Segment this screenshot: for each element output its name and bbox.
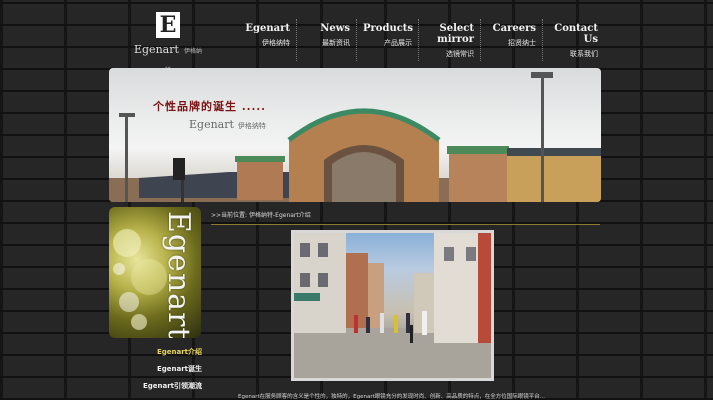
intro-text: Egenart在服务顾客的含义是个性的，独特的，Egenart眼镜充分的发现时尚… (238, 394, 545, 400)
nav-item-products[interactable]: Products 产品展示 (356, 19, 418, 61)
nav-label-cn: 联系我们 (570, 50, 598, 58)
sidebar-brand-word: Egenart (161, 211, 196, 338)
nav-label-en: Egenart (245, 23, 290, 34)
nav-label-cn: 伊格纳特 (262, 39, 290, 47)
top-nav: Egenart 伊格纳特 News 最新资讯 Products 产品展示 Sel… (236, 19, 604, 61)
logo-brand: Egenart (133, 43, 179, 56)
nav-label-en: Products (363, 23, 414, 34)
content-photo (291, 230, 494, 381)
breadcrumb: >>当前位置: 伊格纳特-Egenart介绍 (211, 210, 600, 225)
nav-label-cn: 选镜常识 (446, 50, 474, 58)
nav-item-select-mirror[interactable]: Select mirror 选镜常识 (418, 19, 480, 61)
nav-item-contact-us[interactable]: Contact Us 联系我们 (542, 19, 604, 61)
nav-label-en: News (320, 23, 350, 34)
nav-label-en: Select mirror (437, 23, 474, 45)
logo-mark: E (156, 12, 180, 38)
banner-brand-en: Egenart (189, 118, 234, 131)
banner-brand-cn: 伊格纳特 (237, 122, 266, 130)
sidebar-feature-image: Egenart (109, 207, 201, 338)
banner-station-illustration (109, 72, 601, 202)
nav-label-cn: 产品展示 (384, 39, 412, 47)
nav-label-en: Careers (492, 23, 536, 34)
nav-item-careers[interactable]: Careers 招贤纳士 (480, 19, 542, 61)
nav-item-news[interactable]: News 最新资讯 (296, 19, 356, 61)
nav-item-egenart[interactable]: Egenart 伊格纳特 (236, 19, 296, 61)
banner-brand: Egenart 伊格纳特 (189, 118, 266, 131)
side-nav-item-birth[interactable]: Egenart诞生 (118, 361, 202, 378)
side-nav-item-trend[interactable]: Egenart引领潮流 (118, 378, 202, 395)
hero-banner: 个性品牌的诞生 ..... Egenart 伊格纳特 (109, 68, 601, 202)
nav-label-en: Contact Us (554, 23, 598, 45)
banner-title: 个性品牌的诞生 ..... (153, 100, 266, 113)
side-nav: Egenart介绍 Egenart诞生 Egenart引领潮流 (118, 344, 202, 395)
nav-label-cn: 最新资讯 (322, 39, 350, 47)
side-nav-item-intro[interactable]: Egenart介绍 (118, 344, 202, 361)
logo[interactable]: E Egenart 伊格纳特 (133, 10, 203, 74)
nav-label-cn: 招贤纳士 (508, 39, 536, 47)
street-scene-illustration (294, 233, 491, 378)
